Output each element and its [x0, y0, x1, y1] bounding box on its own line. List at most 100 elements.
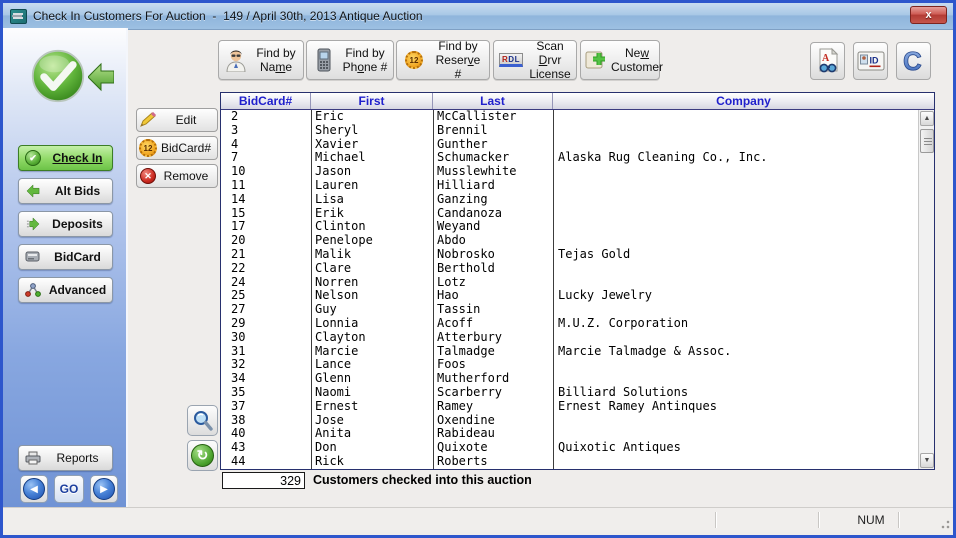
edit-label: Edit [159, 113, 217, 127]
cell-last: Berthold [433, 262, 553, 276]
remove-button[interactable]: ✕ Remove [136, 164, 218, 188]
titlebar[interactable]: Check In Customers For Auction - 149 / A… [3, 3, 953, 30]
table-row[interactable]: 21MalikNobroskoTejas Gold [221, 248, 920, 262]
cell-bid: 2 [221, 110, 311, 124]
refresh-icon: ↻ [191, 444, 214, 467]
cell-company [553, 303, 920, 317]
table-row[interactable]: 43DonQuixoteQuixotic Antiques [221, 441, 920, 455]
sidebar-item-deposits[interactable]: Deposits [18, 211, 113, 237]
cell-first: Eric [311, 110, 433, 124]
cell-first: Penelope [311, 234, 433, 248]
cell-first: Clayton [311, 331, 433, 345]
column-header-last[interactable]: Last [433, 93, 553, 109]
reports-button[interactable]: Reports [18, 445, 113, 471]
find-document-button[interactable]: A [810, 42, 845, 80]
scan-license-button[interactable]: RDL Scan Drvr License [493, 40, 577, 80]
status-divider [818, 512, 819, 528]
arrow-left-icon: ◀ [23, 478, 45, 500]
table-row[interactable]: 20PenelopeAbdo [221, 234, 920, 248]
sidebar-item-advanced[interactable]: Advanced [18, 277, 113, 303]
cell-last: Oxendine [433, 414, 553, 428]
cell-bid: 22 [221, 262, 311, 276]
vertical-scrollbar[interactable]: ▲ ▼ [918, 110, 934, 469]
cell-last: Foos [433, 358, 553, 372]
cell-last: Musslewhite [433, 165, 553, 179]
table-row[interactable]: 14LisaGanzing [221, 193, 920, 207]
bidcard-number-button[interactable]: 12 BidCard# [136, 136, 218, 160]
table-row[interactable]: 24NorrenLotz [221, 276, 920, 290]
table-row[interactable]: 7MichaelSchumackerAlaska Rug Cleaning Co… [221, 151, 920, 165]
cell-last: Quixote [433, 441, 553, 455]
cell-company [553, 193, 920, 207]
table-row[interactable]: 25NelsonHaoLucky Jewelry [221, 289, 920, 303]
num-lock-indicator: NUM [848, 513, 894, 527]
reports-label: Reports [43, 451, 112, 465]
resize-grip[interactable] [938, 517, 950, 529]
button-label: Find by Phone # [337, 46, 393, 74]
scroll-up-button[interactable]: ▲ [920, 111, 934, 126]
cell-first: Michael [311, 151, 433, 165]
table-row[interactable]: 32LanceFoos [221, 358, 920, 372]
card-printer-icon [23, 250, 43, 264]
badge-12-icon: 12 [401, 51, 427, 69]
sidebar-item-check-in[interactable]: ✔ Check In [18, 145, 113, 171]
find-by-phone-button[interactable]: Find by Phone # [306, 40, 394, 80]
sidebar-item-bidcard[interactable]: BidCard [18, 244, 113, 270]
table-row[interactable]: 22ClareBerthold [221, 262, 920, 276]
prev-record-button[interactable]: ◀ [20, 475, 48, 503]
cell-bid: 27 [221, 303, 311, 317]
table-row[interactable]: 37ErnestRameyErnest Ramey Antinques [221, 400, 920, 414]
table-row[interactable]: 11LaurenHilliard [221, 179, 920, 193]
cell-last: Scarberry [433, 386, 553, 400]
person-icon [223, 48, 249, 72]
sidebar-item-alt-bids[interactable]: Alt Bids [18, 178, 113, 204]
next-record-button[interactable]: ▶ [90, 475, 118, 503]
table-row[interactable]: 2EricMcCallister [221, 110, 920, 124]
cell-company: Billiard Solutions [553, 386, 920, 400]
table-row[interactable]: 44RickRoberts [221, 455, 920, 469]
column-header-first[interactable]: First [311, 93, 433, 109]
column-header-company[interactable]: Company [553, 93, 934, 109]
table-row[interactable]: 34GlennMutherford [221, 372, 920, 386]
table-row[interactable]: 27GuyTassin [221, 303, 920, 317]
cell-first: Don [311, 441, 433, 455]
cell-company: Tejas Gold [553, 248, 920, 262]
table-row[interactable]: 30ClaytonAtterbury [221, 331, 920, 345]
molecule-icon [23, 283, 43, 297]
table-row[interactable]: 10JasonMusslewhite [221, 165, 920, 179]
scrollbar-thumb[interactable] [920, 129, 934, 153]
column-header-bidcard[interactable]: BidCard# [221, 93, 311, 109]
sidebar-item-label: Alt Bids [43, 184, 112, 198]
find-by-name-button[interactable]: Find by Name [218, 40, 304, 80]
table-row[interactable]: 29LonniaAcoffM.U.Z. Corporation [221, 317, 920, 331]
magnifier-icon [192, 410, 214, 432]
table-row[interactable]: 17ClintonWeyand [221, 220, 920, 234]
table-row[interactable]: 31MarcieTalmadgeMarcie Talmadge & Assoc. [221, 345, 920, 359]
table-row[interactable]: 40AnitaRabideau [221, 427, 920, 441]
cell-bid: 10 [221, 165, 311, 179]
table-row[interactable]: 3SherylBrennil [221, 124, 920, 138]
table-row[interactable]: 35NaomiScarberryBilliard Solutions [221, 386, 920, 400]
c-logo-button[interactable]: C [896, 42, 931, 80]
new-customer-button[interactable]: New Customer [580, 40, 660, 80]
cell-company [553, 179, 920, 193]
scroll-down-button[interactable]: ▼ [920, 453, 934, 468]
cell-bid: 25 [221, 289, 311, 303]
edit-button[interactable]: Edit [136, 108, 218, 132]
find-by-reserve-button[interactable]: 12 Find by Reserve # [396, 40, 490, 80]
table-row[interactable]: 38JoseOxendine [221, 414, 920, 428]
customers-table: BidCard# First Last Company 2EricMcCalli… [220, 92, 935, 470]
go-button[interactable]: GO [54, 475, 84, 503]
cell-company: Ernest Ramey Antinques [553, 400, 920, 414]
refresh-button[interactable]: ↻ [187, 440, 218, 471]
close-button[interactable]: x [910, 6, 947, 24]
cell-first: Clare [311, 262, 433, 276]
table-row[interactable]: 4XavierGunther [221, 138, 920, 152]
sidebar-item-label: Advanced [43, 283, 112, 297]
cell-last: Ganzing [433, 193, 553, 207]
cell-last: Hilliard [433, 179, 553, 193]
search-list-button[interactable] [187, 405, 218, 436]
id-card-button[interactable]: ID [853, 42, 888, 80]
cell-first: Jason [311, 165, 433, 179]
table-row[interactable]: 15ErikCandanoza [221, 207, 920, 221]
